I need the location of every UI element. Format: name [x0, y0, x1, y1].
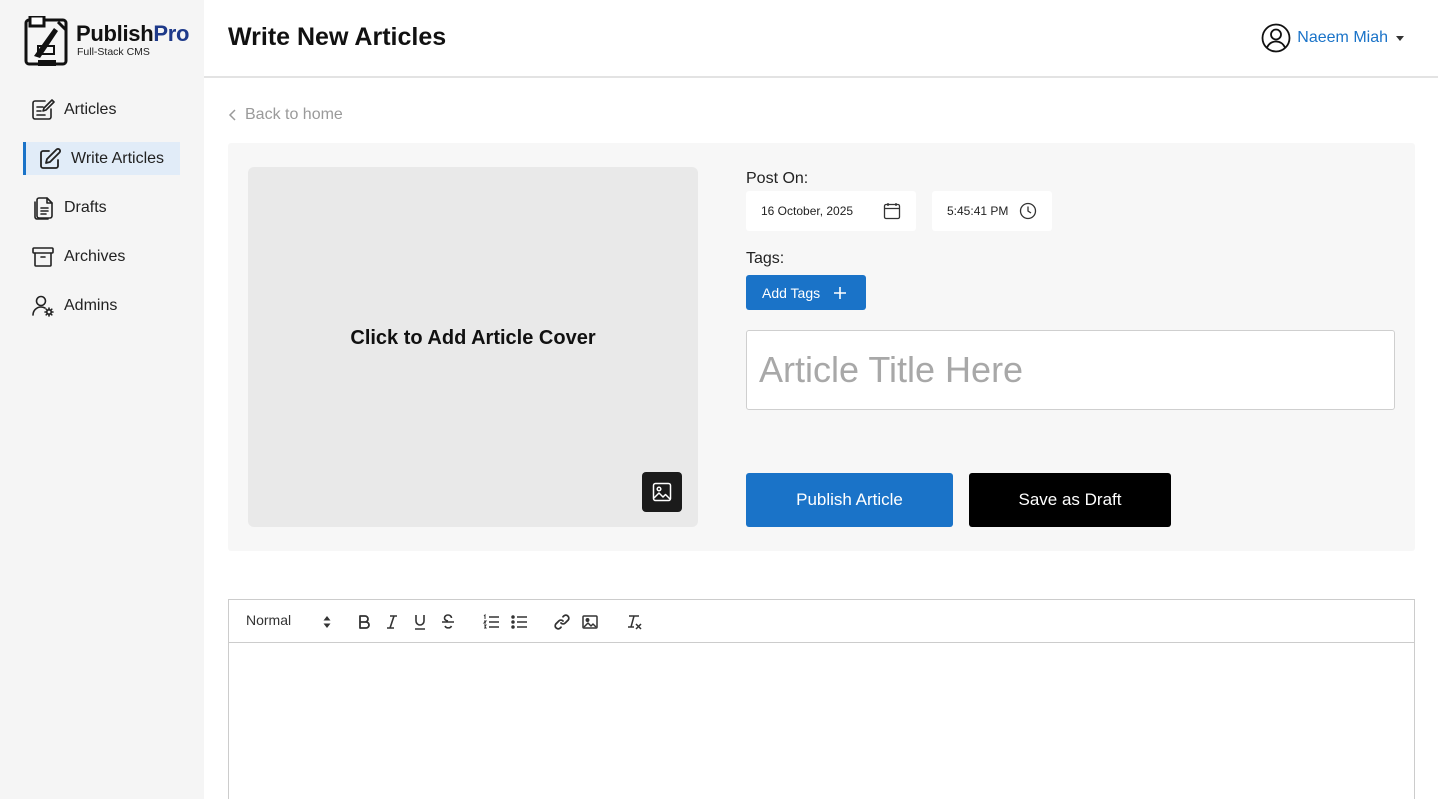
edit-list-icon — [32, 98, 55, 120]
time-value: 5:45:41 PM — [947, 204, 1009, 218]
editor-content-area[interactable] — [229, 643, 1414, 799]
time-picker[interactable]: 5:45:41 PM — [932, 191, 1052, 231]
sidebar-item-label: Admins — [64, 296, 118, 314]
document-icon — [34, 196, 53, 220]
publish-article-button[interactable]: Publish Article — [746, 473, 953, 527]
ordered-list-button[interactable] — [480, 611, 502, 633]
chevron-down-icon — [1396, 35, 1404, 41]
underline-button[interactable] — [409, 611, 431, 633]
bullet-list-button[interactable] — [508, 611, 530, 633]
editor-toolbar: Normal — [229, 600, 1414, 643]
sidebar-item-admins[interactable]: Admins — [23, 289, 183, 322]
back-to-home-link[interactable]: Back to home — [228, 106, 343, 124]
add-tags-label: Add Tags — [762, 284, 821, 301]
article-cover-upload[interactable]: Click to Add Article Cover — [248, 167, 698, 527]
top-header: Write New Articles Naeem Miah — [204, 0, 1438, 78]
plus-icon — [834, 286, 847, 299]
sidebar: PublishPro Full-Stack CMS Articles Write… — [0, 0, 204, 799]
sidebar-item-label: Drafts — [64, 198, 107, 216]
strikethrough-button[interactable] — [437, 611, 459, 633]
sidebar-item-label: Write Articles — [71, 149, 165, 167]
sidebar-item-label: Articles — [64, 100, 117, 118]
clear-format-icon — [628, 615, 642, 630]
sidebar-item-drafts[interactable]: Drafts — [23, 191, 183, 224]
brand-tagline: Full-Stack CMS — [77, 46, 150, 58]
user-name: Naeem Miah — [1297, 29, 1388, 46]
page-title: Write New Articles — [228, 23, 447, 51]
brand-name: PublishPro — [76, 21, 190, 46]
bullet-list-icon — [511, 615, 527, 629]
strikethrough-icon — [442, 614, 454, 629]
chevron-left-icon — [228, 109, 236, 121]
clear-format-button[interactable] — [623, 611, 645, 633]
date-picker[interactable]: 16 October, 2025 — [746, 191, 916, 231]
rich-text-editor: Normal — [228, 599, 1415, 799]
pencil-square-icon — [40, 147, 61, 169]
bold-button[interactable] — [353, 611, 375, 633]
logo[interactable]: PublishPro Full-Stack CMS — [24, 16, 194, 68]
logo-icon — [24, 16, 68, 66]
heading-select[interactable]: Normal — [246, 612, 332, 632]
image-icon — [652, 482, 672, 502]
tags-label: Tags: — [746, 250, 785, 267]
underline-icon — [415, 615, 425, 630]
user-avatar-icon — [1261, 23, 1291, 53]
link-button[interactable] — [551, 611, 573, 633]
clock-icon — [1019, 202, 1037, 220]
heading-select-value: Normal — [246, 612, 292, 628]
article-title-input[interactable] — [746, 330, 1395, 410]
add-tags-button[interactable]: Add Tags — [746, 275, 866, 310]
sidebar-item-write-articles[interactable]: Write Articles — [23, 142, 180, 175]
brand-name-accent: Pro — [153, 21, 190, 46]
calendar-icon — [883, 203, 901, 220]
italic-button[interactable] — [381, 611, 403, 633]
archive-box-icon — [32, 246, 54, 267]
post-on-label: Post On: — [746, 170, 809, 187]
app: PublishPro Full-Stack CMS Articles Write… — [0, 0, 1438, 799]
updown-arrows-icon — [323, 616, 331, 628]
ordered-list-icon — [482, 613, 499, 629]
sidebar-item-articles[interactable]: Articles — [23, 93, 183, 126]
image-icon — [582, 615, 598, 629]
user-gear-icon — [32, 295, 54, 317]
sidebar-item-label: Archives — [64, 247, 126, 265]
back-link-label: Back to home — [245, 106, 343, 123]
link-icon — [554, 614, 570, 630]
date-value: 16 October, 2025 — [761, 204, 854, 218]
italic-icon — [387, 615, 397, 629]
user-menu[interactable]: Naeem Miah — [1261, 23, 1404, 53]
sidebar-nav: Articles Write Articles Drafts Archives … — [23, 93, 183, 338]
sidebar-item-archives[interactable]: Archives — [23, 240, 183, 273]
insert-image-button[interactable] — [579, 611, 601, 633]
save-as-draft-button[interactable]: Save as Draft — [969, 473, 1171, 527]
bold-icon — [359, 615, 370, 629]
cover-image-button[interactable] — [642, 472, 682, 512]
article-meta-panel: Click to Add Article Cover Post On: 16 O… — [228, 143, 1415, 551]
cover-prompt: Click to Add Article Cover — [350, 327, 596, 349]
